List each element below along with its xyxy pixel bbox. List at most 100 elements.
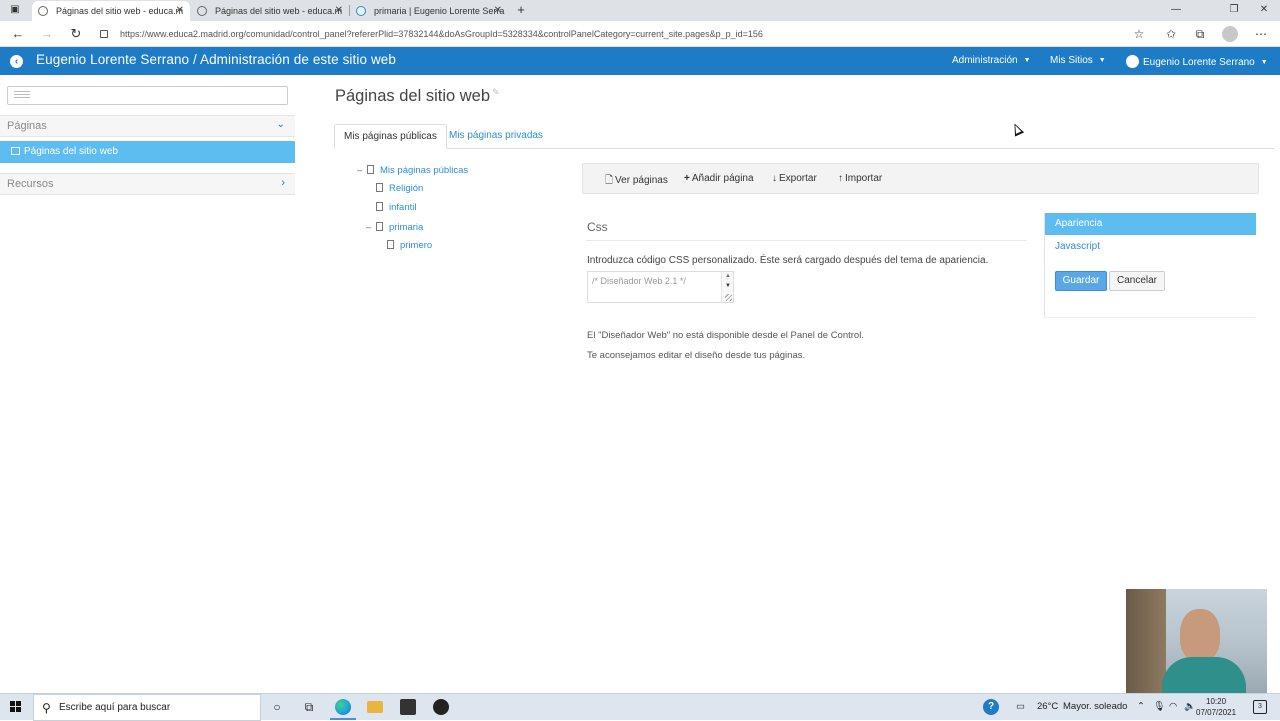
document-icon xyxy=(376,202,383,211)
page-tabs: Mis páginas públicas Mis páginas privada… xyxy=(334,124,1274,149)
windows-start-icon[interactable] xyxy=(10,701,22,713)
url-field[interactable]: https://www.educa2.madrid.org/comunidad/… xyxy=(100,25,1120,43)
browser-tab-2[interactable]: Páginas del sitio web - educa.m ✕ xyxy=(191,1,349,21)
tree-node-infantil[interactable]: infantil xyxy=(376,201,416,215)
document-icon xyxy=(376,222,383,231)
tree-node-primero[interactable]: primero xyxy=(387,239,432,253)
forward-arrow-icon[interactable]: → xyxy=(38,25,56,43)
tree-node-label: infantil xyxy=(389,202,417,213)
browser-tab-1[interactable]: Páginas del sitio web - educa.m ✕ xyxy=(32,1,190,21)
page-title-text: Páginas del sitio web xyxy=(335,87,491,105)
obs-icon[interactable] xyxy=(433,699,449,715)
weather-text[interactable]: Mayor. soleado xyxy=(1063,701,1127,712)
browser-tab-3[interactable]: primaria | Eugenio Lorente Serra ✕ xyxy=(350,1,508,21)
favorites-add-icon[interactable]: ☆ xyxy=(1131,26,1147,42)
weather-icon[interactable]: ▭ xyxy=(1016,701,1025,712)
tree-node-root[interactable]: – Mis páginas públicas xyxy=(357,164,468,178)
designer-advice: Te aconsejamos editar el diseño desde tu… xyxy=(587,350,806,361)
save-button[interactable]: Guardar xyxy=(1055,271,1107,291)
collapse-icon[interactable]: – xyxy=(366,221,376,235)
collapse-icon[interactable]: – xyxy=(357,164,367,178)
tab-public-pages[interactable]: Mis páginas públicas xyxy=(334,124,447,149)
sidebar-item-site-pages[interactable]: Páginas del sitio web xyxy=(0,141,295,163)
tree-node-primaria[interactable]: – primaria xyxy=(366,221,423,235)
cancel-button[interactable]: Cancelar xyxy=(1109,271,1165,291)
nav-item-label: Apariencia xyxy=(1055,218,1103,229)
resize-handle-icon[interactable] xyxy=(725,294,732,301)
user-menu[interactable]: Eugenio Lorente Serrano ▼ xyxy=(1126,55,1268,68)
favicon-icon xyxy=(197,6,207,16)
restore-icon[interactable]: ❐ xyxy=(1218,0,1250,21)
chevron-down-icon: ▼ xyxy=(1023,57,1031,64)
chevron-up-icon[interactable]: ⌃ xyxy=(1137,701,1145,712)
bookmark-icon[interactable]: ✎ xyxy=(492,87,500,97)
tab-actions-icon[interactable]: ▣ xyxy=(0,0,30,21)
admin-menu[interactable]: Administración ▼ xyxy=(952,55,1031,66)
sidebar-section-resources[interactable]: Recursos › xyxy=(0,173,295,195)
sidebar-search-input[interactable] xyxy=(7,86,288,105)
taskbar-clock[interactable]: 10:20 07/07/2021 xyxy=(1196,696,1236,718)
tree-node-religion[interactable]: Religión xyxy=(376,182,423,196)
css-textarea[interactable]: /* Diseñador Web 2.1 */ ▲ ▼ xyxy=(587,271,734,303)
app-icon[interactable] xyxy=(400,699,416,715)
scroll-down-icon[interactable]: ▼ xyxy=(725,283,731,289)
favicon-icon xyxy=(38,6,48,16)
tree-node-label: Religión xyxy=(389,183,424,194)
sites-menu[interactable]: Mis Sitios ▼ xyxy=(1050,55,1106,66)
back-circle-icon[interactable]: ‹ xyxy=(10,55,23,68)
search-icon: ⚲ xyxy=(42,701,51,715)
nav-item-appearance[interactable]: Apariencia xyxy=(1045,213,1256,235)
view-pages-button[interactable]: 🗋 Ver páginas xyxy=(605,173,668,190)
close-window-icon[interactable]: ✕ xyxy=(1248,0,1280,21)
chevron-down-icon: ▼ xyxy=(1098,57,1106,64)
settings-nav-panel: Apariencia Javascript Guardar Cancelar xyxy=(1044,213,1256,318)
weather-temp[interactable]: 26°C xyxy=(1037,701,1058,712)
css-description: Introduzca código CSS personalizado. Ést… xyxy=(587,255,989,266)
divider xyxy=(586,240,1026,241)
sites-menu-label: Mis Sitios xyxy=(1050,55,1093,66)
edge-icon[interactable] xyxy=(335,699,351,715)
profile-icon[interactable] xyxy=(1222,26,1238,42)
nav-item-javascript[interactable]: Javascript xyxy=(1055,241,1100,252)
folder-icon[interactable] xyxy=(367,701,383,713)
tab-private-pages[interactable]: Mis páginas privadas xyxy=(449,124,543,149)
browser-tab-title: primaria | Eugenio Lorente Serra xyxy=(374,6,505,16)
volume-icon[interactable]: 🔈 xyxy=(1184,701,1196,712)
microphone-icon[interactable]: 🎙 xyxy=(1153,701,1165,712)
close-tab-icon[interactable]: ✕ xyxy=(176,1,184,21)
scroll-up-icon[interactable]: ▲ xyxy=(725,273,731,279)
task-view-icon[interactable]: ⧉ xyxy=(301,699,317,715)
webcam-overlay xyxy=(1126,589,1267,694)
tree-node-label: Mis páginas públicas xyxy=(380,165,469,176)
sidebar-section-pages[interactable]: Páginas ⌄ xyxy=(0,115,295,137)
reload-icon[interactable]: ↻ xyxy=(67,25,85,43)
favorites-icon[interactable]: ✩ xyxy=(1163,26,1179,42)
close-tab-icon[interactable]: ✕ xyxy=(494,1,502,21)
windows-taskbar: ⚲ Escribe aquí para buscar ○ ⧉ ? ▭ 26°C … xyxy=(0,693,1280,721)
favicon-icon xyxy=(356,6,366,16)
clock-date: 07/07/2021 xyxy=(1196,708,1237,717)
add-page-button[interactable]: + Añadir página xyxy=(684,173,754,184)
sidebar-section-label: Recursos xyxy=(7,178,54,190)
browser-tab-title: Páginas del sitio web - educa.m xyxy=(56,6,184,16)
notifications-icon[interactable]: 3 xyxy=(1253,700,1267,714)
scrollbar[interactable]: ▲ ▼ xyxy=(721,272,733,302)
url-text: https://www.educa2.madrid.org/comunidad/… xyxy=(120,29,763,39)
wifi-icon[interactable]: ◠ xyxy=(1169,701,1177,712)
new-tab-icon[interactable]: + xyxy=(508,0,534,21)
tree-node-label: primero xyxy=(400,240,433,251)
more-icon[interactable]: ⋯ xyxy=(1253,26,1269,42)
export-button[interactable]: ↓ Exportar xyxy=(772,173,817,184)
back-arrow-icon[interactable]: ← xyxy=(9,25,27,43)
close-tab-icon[interactable]: ✕ xyxy=(335,1,343,21)
taskbar-search-placeholder: Escribe aquí para buscar xyxy=(59,702,171,713)
taskbar-search-input[interactable]: ⚲ Escribe aquí para buscar xyxy=(33,694,261,721)
document-icon xyxy=(387,240,394,249)
collections-icon[interactable]: ⧉ xyxy=(1192,26,1208,42)
help-icon[interactable]: ? xyxy=(983,699,999,715)
cortana-icon[interactable]: ○ xyxy=(269,699,285,715)
import-button[interactable]: ↑ Importar xyxy=(838,173,882,184)
minimize-icon[interactable]: — xyxy=(1160,0,1192,21)
css-textarea-placeholder: /* Diseñador Web 2.1 */ xyxy=(592,276,686,286)
browser-tab-strip: ▣ Páginas del sitio web - educa.m ✕ Pági… xyxy=(0,0,1280,21)
